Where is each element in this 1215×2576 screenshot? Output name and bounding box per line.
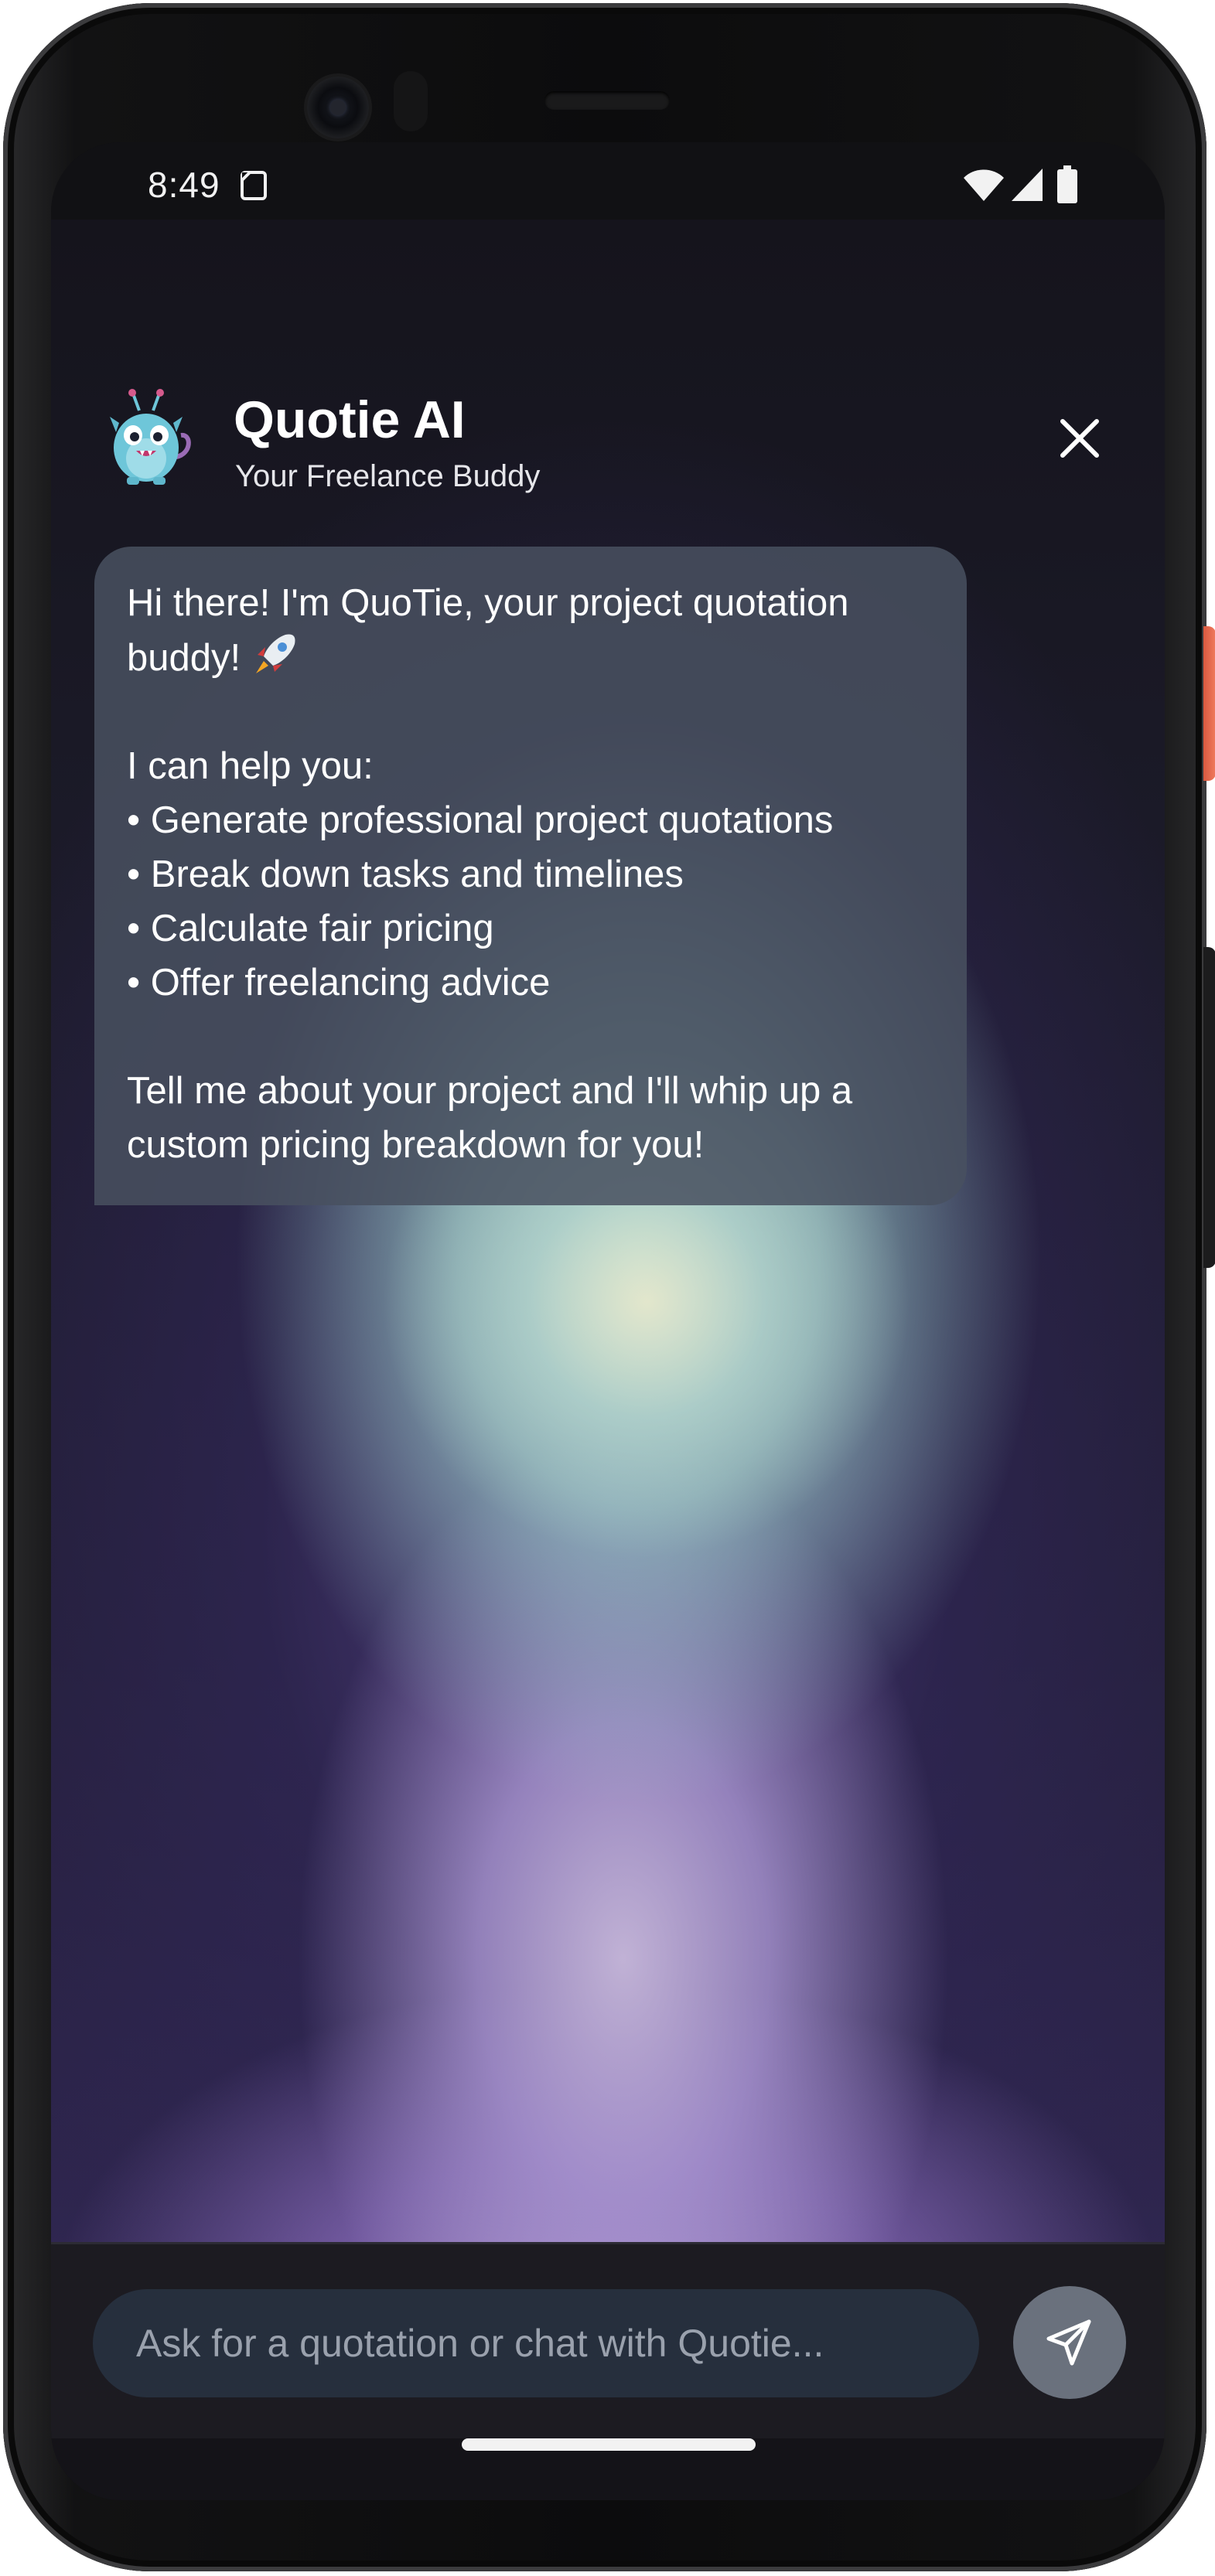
app-subtitle: Your Freelance Buddy [235,459,541,493]
message-bullet: • Generate professional project quotatio… [127,799,834,841]
message-bullet: • Break down tasks and timelines [127,854,684,895]
message-intro-text: Hi there! I'm QuoTie, your project quota… [127,582,860,679]
phone-screen: 8:49 Quotie AI Your Freelance Buddy Hi t… [51,142,1165,2500]
message-closing: Tell me about your project and I'll whip… [127,1070,863,1166]
close-button[interactable] [1045,404,1114,473]
send-icon [1046,2319,1091,2366]
proximity-sensor [394,71,428,131]
rocket-icon [255,634,295,673]
wifi-icon [964,169,1004,201]
wallpaper-background [51,220,1165,2253]
battery-icon [1057,165,1077,203]
chat-input[interactable] [93,2289,979,2397]
cell-signal-icon [1012,169,1043,201]
send-button[interactable] [1013,2286,1126,2399]
message-intro: Hi there! I'm QuoTie, your project quota… [127,576,934,685]
power-button [1203,626,1215,781]
message-bullet: • Offer freelancing advice [127,962,551,1003]
status-time: 8:49 [148,165,220,205]
assistant-message-bubble: Hi there! I'm QuoTie, your project quota… [94,547,967,1205]
gesture-nav-area [51,2438,1165,2500]
message-help-heading: I can help you: [127,745,374,787]
status-bar: 8:49 [51,142,1165,220]
earpiece-speaker [544,91,670,110]
phone-frame: 8:49 Quotie AI Your Freelance Buddy Hi t… [3,3,1206,2571]
chat-header: Quotie AI Your Freelance Buddy [51,374,1165,513]
composer-bar [51,2242,1165,2438]
app-title: Quotie AI [234,390,466,449]
front-camera [307,77,369,138]
home-indicator[interactable] [462,2438,756,2451]
close-icon [1060,419,1099,458]
sim-card-icon [241,171,267,200]
volume-button [1203,947,1215,1268]
message-bullet: • Calculate fair pricing [127,908,494,949]
monster-mascot-icon [110,389,191,485]
